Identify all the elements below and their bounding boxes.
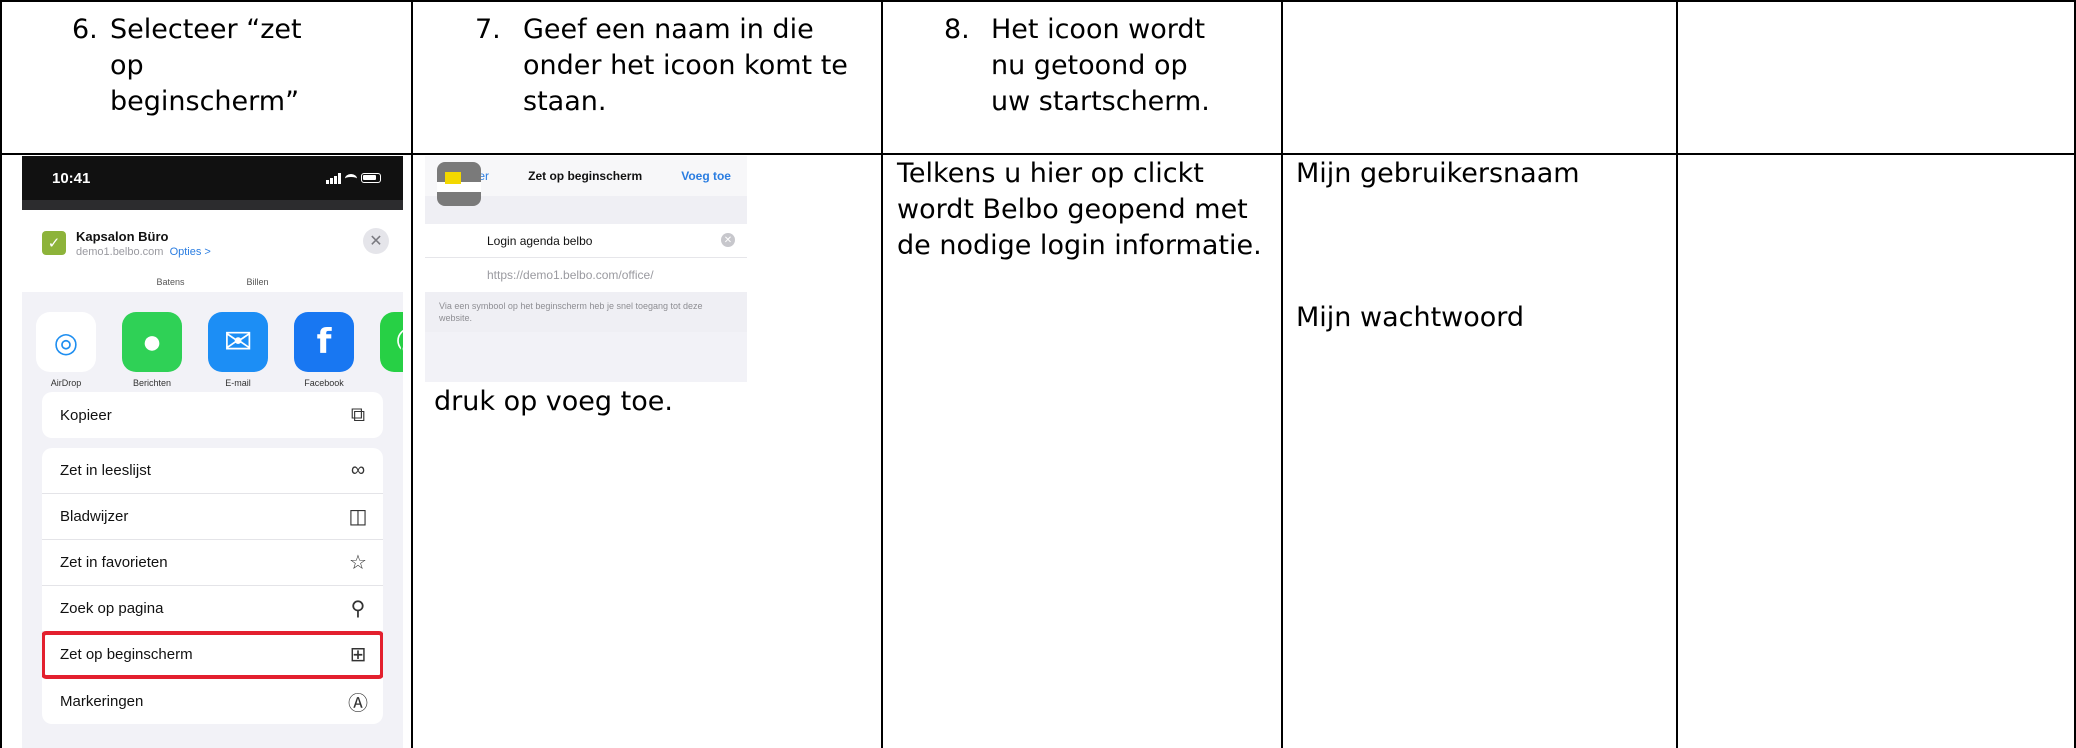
menu-item-copy[interactable]: Kopieer ⧉ [42,392,383,438]
share-app-airdrop[interactable]: ◎ AirDrop [36,312,96,392]
dialog-title: Zet op beginscherm [528,169,643,183]
site-header: ✓ Kapsalon Büro demo1.belbo.com Opties >… [22,210,403,276]
col-divider-3 [1281,0,1283,748]
belbo-logo-icon: ✓ [42,231,66,255]
menu-item-markup[interactable]: Markeringen Ⓐ [42,678,383,724]
whatsapp-icon: ✆ [380,312,403,372]
menu-item-label: Zoek op pagina [60,600,164,617]
site-url: demo1.belbo.com [76,245,164,258]
add-square-icon: ⊞ [349,644,367,666]
status-icons [326,172,381,184]
instruction-table: 6. Selecteer “zet op beginscherm” 7. Gee… [0,0,2076,748]
glasses-icon: ∞ [350,459,366,481]
name-field-value: Login agenda belbo [487,233,593,248]
messages-icon: ● [122,312,182,372]
share-app-facebook[interactable]: f Facebook [294,312,354,392]
step-7-number: 7. [475,14,501,45]
step-8-text: Het icoon wordt nu getoond op uw startsc… [991,14,1210,117]
row-divider [0,153,2076,155]
menu-item-label: Markeringen [60,692,144,710]
dialog-note: Via een symbool op het beginscherm heb j… [425,292,747,332]
page-peek: Batens Billen [22,276,403,292]
col-divider-1 [411,0,413,748]
url-field: https://demo1.belbo.com/office/ [487,268,654,282]
peek-text-right: Billen [246,277,269,287]
step-6-text: Selecteer “zet op beginscherm” [110,14,302,117]
step-6-heading: 6. Selecteer “zet op beginscherm” [72,12,382,120]
clear-icon[interactable]: ✕ [721,233,735,247]
menu-item-add-to-home-screen[interactable]: Zet op beginscherm ⊞ [42,631,383,679]
status-bar: 10:41 [22,156,403,200]
site-thumbnail-icon [437,162,481,206]
share-sheet-screenshot: 10:41 ✓ Kapsalon Büro demo1.belbo.com Op… [22,156,403,748]
share-sheet: ✓ Kapsalon Büro demo1.belbo.com Opties >… [22,210,403,724]
app-label: E-mail [225,378,251,388]
col-divider-2 [881,0,883,748]
table-border-top [0,0,2076,2]
facebook-icon: f [294,312,354,372]
username-label: Mijn gebruikersnaam [1296,158,1580,189]
add-button[interactable]: Voeg toe [681,169,731,183]
menu-item-label: Zet op beginscherm [60,646,193,663]
col2-caption: druk op voeg toe. [434,386,673,417]
app-label: Wh [380,378,403,388]
share-app-messages[interactable]: ● Berichten [122,312,182,392]
app-label: AirDrop [50,378,82,388]
airdrop-icon: ◎ [36,312,96,372]
step-6-number: 6. [72,14,98,45]
col-divider-4 [1676,0,1678,748]
add-to-home-screenshot: Annuleer Zet op beginscherm Voeg toe Log… [425,156,747,382]
step-7-text: Geef een naam in die onder het icoon kom… [523,14,848,117]
bookmark-form: Login agenda belbo ✕ https://demo1.belbo… [425,162,747,292]
star-icon: ☆ [349,552,367,574]
app-label: Facebook [304,378,344,388]
name-field[interactable]: Login agenda belbo ✕ [425,224,747,258]
col3-description: Telkens u hier op clickt wordt Belbo geo… [897,158,1262,261]
signal-icon [326,172,341,184]
menu-item-find-on-page[interactable]: Zoek op pagina ⚲ [42,586,383,632]
menu-item-reading-list[interactable]: Zet in leeslijst ∞ [42,448,383,494]
menu-group-copy: Kopieer ⧉ [42,392,383,438]
share-app-whatsapp[interactable]: ✆ Wh [380,312,403,392]
menu-item-label: Kopieer [60,406,112,424]
copy-icon: ⧉ [350,403,366,426]
background-page [22,200,403,210]
options-link[interactable]: Opties > [170,246,211,258]
step-8-heading: 8. Het icoon wordt nu getoond op uw star… [944,12,1264,120]
site-name: Kapsalon Büro [76,228,169,244]
share-app-mail[interactable]: ✉ E-mail [208,312,268,392]
wifi-icon [345,173,357,183]
menu-item-favorites[interactable]: Zet in favorieten ☆ [42,540,383,586]
step-8-number: 8. [944,14,970,45]
mail-icon: ✉ [208,312,268,372]
password-label: Mijn wachtwoord [1296,302,1525,333]
step-7-heading: 7. Geef een naam in die onder het icoon … [475,12,875,120]
markup-icon: Ⓐ [348,692,368,715]
share-apps-row: ◎ AirDrop ● Berichten ✉ E-mail f Faceboo… [22,292,403,392]
menu-group-actions: Zet in leeslijst ∞ Bladwijzer ◫ Zet in f… [42,448,383,724]
battery-icon [361,173,381,183]
peek-text-left: Batens [156,277,185,287]
menu-item-label: Bladwijzer [60,508,129,525]
menu-item-bookmark[interactable]: Bladwijzer ◫ [42,494,383,540]
status-time: 10:41 [52,169,91,187]
search-icon: ⚲ [350,598,366,620]
menu-item-label: Zet in leeslijst [60,462,151,479]
col-border-left [0,0,2,748]
app-label: Berichten [132,378,172,388]
close-icon[interactable]: ✕ [363,228,389,254]
menu-item-label: Zet in favorieten [60,554,168,571]
book-icon: ◫ [348,506,368,528]
